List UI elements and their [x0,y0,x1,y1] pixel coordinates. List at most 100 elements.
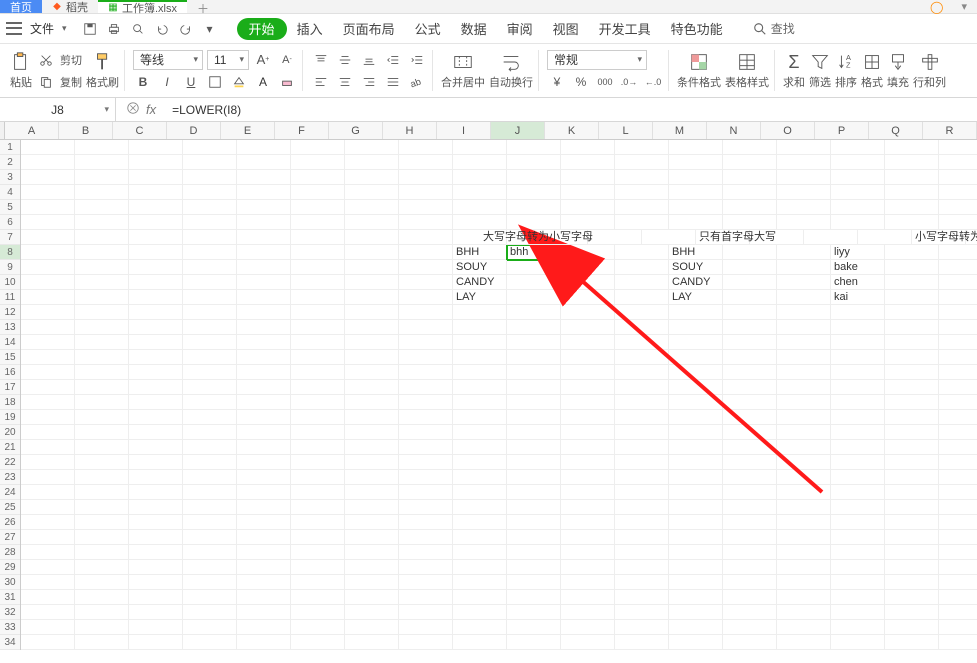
cell-N11[interactable] [723,290,777,305]
cell-K23[interactable] [561,470,615,485]
decrease-decimal-icon[interactable]: ←.0 [643,72,663,92]
cell-H20[interactable] [399,425,453,440]
font-size-select[interactable]: 11 ▾ [207,50,249,70]
cell-O14[interactable] [777,335,831,350]
cell-L33[interactable] [615,620,669,635]
cell-F20[interactable] [291,425,345,440]
cell-M5[interactable] [669,200,723,215]
ribbon-tab-data[interactable]: 数据 [451,14,497,43]
row-header-11[interactable]: 11 [0,290,20,305]
notification-icon[interactable]: ◯ [922,0,951,13]
cell-G34[interactable] [345,635,399,650]
cell-H25[interactable] [399,500,453,515]
cell-B3[interactable] [75,170,129,185]
cell-L29[interactable] [615,560,669,575]
cell-K20[interactable] [561,425,615,440]
cell-D27[interactable] [183,530,237,545]
cell-G31[interactable] [345,590,399,605]
cell-K18[interactable] [561,395,615,410]
cell-B5[interactable] [75,200,129,215]
cell-L31[interactable] [615,590,669,605]
cell-J33[interactable] [507,620,561,635]
cell-Q32[interactable] [885,605,939,620]
cell-K30[interactable] [561,575,615,590]
cell-P17[interactable] [831,380,885,395]
cell-K25[interactable] [561,500,615,515]
cell-P24[interactable] [831,485,885,500]
cell-M2[interactable] [669,155,723,170]
cell-I11[interactable]: LAY [453,290,507,305]
cell-H28[interactable] [399,545,453,560]
cell-P5[interactable] [831,200,885,215]
cell-C12[interactable] [129,305,183,320]
cell-L7[interactable] [642,230,696,245]
cell-N16[interactable] [723,365,777,380]
cell-M23[interactable] [669,470,723,485]
cell-K17[interactable] [561,380,615,395]
cell-F5[interactable] [291,200,345,215]
cell-F13[interactable] [291,320,345,335]
row-header-27[interactable]: 27 [0,530,20,545]
format-painter-button[interactable]: 格式刷 [86,51,119,90]
cell-M16[interactable] [669,365,723,380]
cell-A11[interactable] [21,290,75,305]
cell-A24[interactable] [21,485,75,500]
cell-L32[interactable] [615,605,669,620]
cell-I33[interactable] [453,620,507,635]
ribbon-tab-developer[interactable]: 开发工具 [589,14,661,43]
cell-J20[interactable] [507,425,561,440]
cells-area[interactable]: 大写字母转为小写字母只有首字母大写小写字母转为大写字母BHHbhhBHHliyy… [21,140,977,650]
cell-K29[interactable] [561,560,615,575]
cell-E29[interactable] [237,560,291,575]
cell-A22[interactable] [21,455,75,470]
cell-F31[interactable] [291,590,345,605]
cell-K24[interactable] [561,485,615,500]
cell-K1[interactable] [561,140,615,155]
cell-E13[interactable] [237,320,291,335]
cell-C14[interactable] [129,335,183,350]
cell-D8[interactable] [183,245,237,260]
cell-R13[interactable] [939,320,977,335]
col-header-I[interactable]: I [437,122,491,139]
cell-C26[interactable] [129,515,183,530]
col-header-F[interactable]: F [275,122,329,139]
cell-A20[interactable] [21,425,75,440]
cell-R31[interactable] [939,590,977,605]
cell-G27[interactable] [345,530,399,545]
align-right-icon[interactable] [359,72,379,92]
cell-E33[interactable] [237,620,291,635]
cell-A32[interactable] [21,605,75,620]
tab-daoke[interactable]: ◆ 稻壳 [42,0,98,13]
cell-O33[interactable] [777,620,831,635]
row-header-9[interactable]: 9 [0,260,20,275]
cell-F26[interactable] [291,515,345,530]
cell-M24[interactable] [669,485,723,500]
cell-H7[interactable] [399,230,453,245]
cell-K16[interactable] [561,365,615,380]
cell-R18[interactable] [939,395,977,410]
col-header-A[interactable]: A [5,122,59,139]
cell-G33[interactable] [345,620,399,635]
cell-M17[interactable] [669,380,723,395]
cell-D10[interactable] [183,275,237,290]
cell-O11[interactable] [777,290,831,305]
cell-H1[interactable] [399,140,453,155]
cell-H8[interactable] [399,245,453,260]
cell-M30[interactable] [669,575,723,590]
cell-E30[interactable] [237,575,291,590]
cell-F21[interactable] [291,440,345,455]
cell-E6[interactable] [237,215,291,230]
row-header-33[interactable]: 33 [0,620,20,635]
tab-overflow[interactable]: ▾ [951,0,977,13]
cell-B32[interactable] [75,605,129,620]
cell-E8[interactable] [237,245,291,260]
cell-Q30[interactable] [885,575,939,590]
col-header-C[interactable]: C [113,122,167,139]
cell-Q7[interactable]: 小写字母转为大写字母 [912,230,966,245]
cell-L28[interactable] [615,545,669,560]
cell-P20[interactable] [831,425,885,440]
cell-L18[interactable] [615,395,669,410]
cell-M31[interactable] [669,590,723,605]
cell-K11[interactable] [561,290,615,305]
cell-I23[interactable] [453,470,507,485]
